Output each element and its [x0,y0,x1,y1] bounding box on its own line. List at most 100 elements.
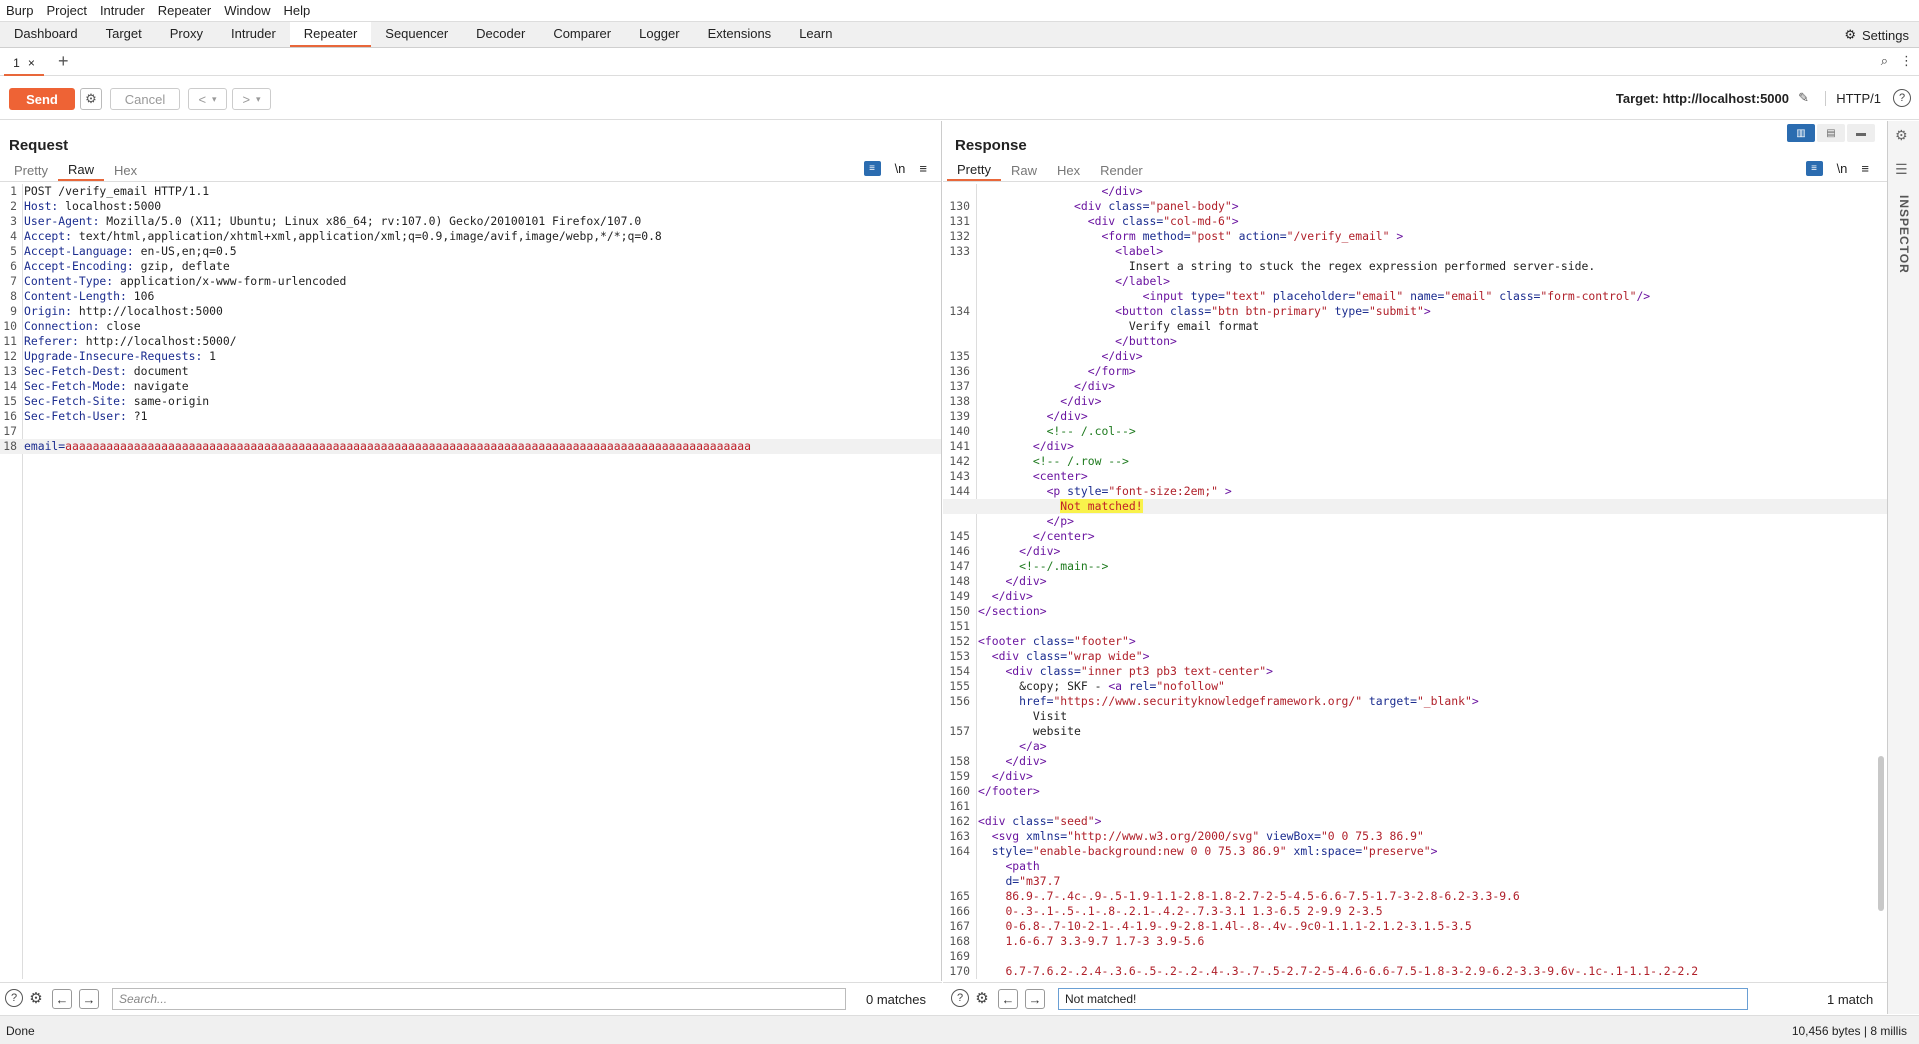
response-line[interactable]: 144 <p style="font-size:2em;" > [943,484,1887,499]
help-icon[interactable]: ? [951,989,969,1007]
response-line[interactable]: 166 0-.3-.1-.5-.1-.8-.2.1-.4.2-.7.3-3.1 … [943,904,1887,919]
response-editor[interactable]: </div> 130 <div class="panel-body"> 131 <d… [943,184,1887,979]
edit-target-pencil-icon[interactable]: ✎ [1798,90,1809,106]
request-line[interactable]: 15 Sec-Fetch-Site: same-origin [0,394,941,409]
response-line[interactable]: 142 <!-- /.row --> [943,454,1887,469]
tab-extensions[interactable]: Extensions [694,22,786,47]
request-line[interactable]: 2 Host: localhost:5000 [0,199,941,214]
request-line[interactable]: 13 Sec-Fetch-Dest: document [0,364,941,379]
response-line[interactable]: d="m37.7 [943,874,1887,889]
gear-icon[interactable]: ⚙ [27,989,45,1007]
request-tab-raw[interactable]: Raw [57,159,104,181]
gear-icon[interactable]: ⚙ [1895,127,1908,144]
http-version-toggle[interactable]: HTTP/1 [1825,91,1881,106]
menu-repeater[interactable]: Repeater [158,3,211,18]
response-tab-pretty[interactable]: Pretty [947,159,1001,181]
tab-intruder[interactable]: Intruder [217,22,290,47]
response-line[interactable]: </button> [943,334,1887,349]
response-tab-hex[interactable]: Hex [1047,159,1090,181]
response-line[interactable]: 140 <!-- /.col--> [943,424,1887,439]
menu-help[interactable]: Help [283,3,310,18]
response-line[interactable]: 170 6.7-7.6.2-.2.4-.3.6-.5-.2-.2-.4-.3-.… [943,964,1887,979]
request-line[interactable]: 1 POST /verify_email HTTP/1.1 [0,184,941,199]
list-icon[interactable]: ☰ [1895,161,1908,178]
response-tab-render[interactable]: Render [1090,159,1153,181]
response-line[interactable]: 136 </form> [943,364,1887,379]
split-vertical-icon[interactable]: ▤ [1817,124,1845,142]
tab-comparer[interactable]: Comparer [539,22,625,47]
response-tab-raw[interactable]: Raw [1001,159,1047,181]
response-line[interactable]: 158 </div> [943,754,1887,769]
request-tab-hex[interactable]: Hex [104,159,147,181]
response-line[interactable]: 145 </center> [943,529,1887,544]
help-icon[interactable]: ? [1893,89,1911,107]
tab-learn[interactable]: Learn [785,22,846,47]
response-line[interactable]: 150 </section> [943,604,1887,619]
request-line[interactable]: 6 Accept-Encoding: gzip, deflate [0,259,941,274]
response-line[interactable]: 131 <div class="col-md-6"> [943,214,1887,229]
request-line[interactable]: 8 Content-Length: 106 [0,289,941,304]
response-line[interactable]: <input type="text" placeholder="email" n… [943,289,1887,304]
request-line[interactable]: 4 Accept: text/html,application/xhtml+xml… [0,229,941,244]
request-line[interactable]: 16 Sec-Fetch-User: ?1 [0,409,941,424]
next-arrow-icon[interactable]: → [79,989,99,1009]
response-line[interactable]: 159 </div> [943,769,1887,784]
request-editor[interactable]: 1 POST /verify_email HTTP/1.1 2 Host: local… [0,184,941,979]
newline-toggle[interactable]: \n [1837,161,1848,176]
menu-icon[interactable]: ≡ [919,161,927,176]
tab-decoder[interactable]: Decoder [462,22,539,47]
request-search-input[interactable]: Search... [112,988,846,1010]
menu-project[interactable]: Project [46,3,86,18]
single-pane-icon[interactable]: ▬ [1847,124,1875,142]
response-line[interactable]: 135 </div> [943,349,1887,364]
request-line[interactable]: 9 Origin: http://localhost:5000 [0,304,941,319]
response-search-input[interactable]: Not matched! [1058,988,1748,1010]
send-options-gear-icon[interactable]: ⚙ [80,88,102,110]
wrap-lines-icon[interactable]: ≡ [863,161,881,176]
history-back-button[interactable]: < ▾ [188,88,227,110]
request-line[interactable]: 18 email=aaaaaaaaaaaaaaaaaaaaaaaaaaaaaaaa… [0,439,941,454]
response-line[interactable]: </p> [943,514,1887,529]
response-scrollbar[interactable] [1878,756,1884,911]
menu-intruder[interactable]: Intruder [100,3,145,18]
response-line[interactable]: 133 <label> [943,244,1887,259]
request-line[interactable]: 11 Referer: http://localhost:5000/ [0,334,941,349]
wrap-lines-icon[interactable]: ≡ [1805,161,1823,176]
response-line[interactable]: 161 [943,799,1887,814]
response-line[interactable]: 155 &copy; SKF - <a rel="nofollow" [943,679,1887,694]
split-horizontal-icon[interactable]: ▥ [1787,124,1815,142]
next-arrow-icon[interactable]: → [1025,989,1045,1009]
request-line[interactable]: 5 Accept-Language: en-US,en;q=0.5 [0,244,941,259]
response-line[interactable]: <path [943,859,1887,874]
inspector-label[interactable]: INSPECTOR [1897,195,1911,274]
request-line[interactable]: 12 Upgrade-Insecure-Requests: 1 [0,349,941,364]
tab-dashboard[interactable]: Dashboard [0,22,92,47]
response-line[interactable]: 168 1.6-6.7 3.3-9.7 1.7-3 3.9-5.6 [943,934,1887,949]
tab-proxy[interactable]: Proxy [156,22,217,47]
response-line[interactable]: 164 style="enable-background:new 0 0 75.… [943,844,1887,859]
response-line[interactable]: Visit [943,709,1887,724]
menu-icon[interactable]: ≡ [1861,161,1869,176]
tab-sequencer[interactable]: Sequencer [371,22,462,47]
menu-window[interactable]: Window [224,3,270,18]
history-forward-button[interactable]: > ▾ [232,88,271,110]
request-tab-pretty[interactable]: Pretty [4,159,58,181]
request-line[interactable]: 3 User-Agent: Mozilla/5.0 (X11; Ubuntu; L… [0,214,941,229]
response-line[interactable]: 156 href="https://www.securityknowledgef… [943,694,1887,709]
response-line[interactable]: 160 </footer> [943,784,1887,799]
more-icon[interactable]: ⋮ [1900,53,1913,69]
response-line[interactable]: 152 <footer class="footer"> [943,634,1887,649]
response-line[interactable]: </div> [943,184,1887,199]
response-line[interactable]: 147 <!--/.main--> [943,559,1887,574]
gear-icon[interactable]: ⚙ [973,989,991,1007]
response-line[interactable]: 169 [943,949,1887,964]
help-icon[interactable]: ? [5,989,23,1007]
response-line[interactable]: 148 </div> [943,574,1887,589]
settings-button[interactable]: ⚙ Settings [1844,22,1909,48]
add-tab-button[interactable]: + [58,51,69,72]
response-line[interactable]: 162 <div class="seed"> [943,814,1887,829]
newline-toggle[interactable]: \n [895,161,906,176]
menu-burp[interactable]: Burp [6,3,33,18]
response-line[interactable]: 141 </div> [943,439,1887,454]
response-line[interactable]: 149 </div> [943,589,1887,604]
